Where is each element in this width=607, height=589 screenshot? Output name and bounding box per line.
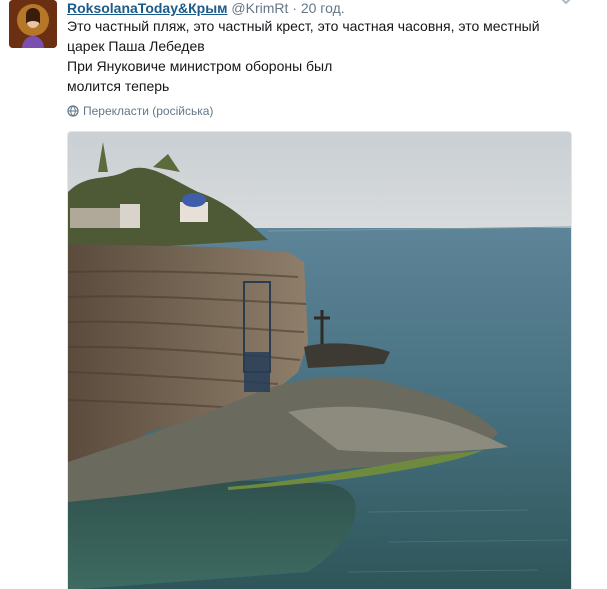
avatar[interactable] — [9, 0, 57, 48]
tweet-header: RoksolanaToday&Крым @KrimRt · 20 год. — [67, 0, 345, 17]
tweet-text-line: При Януковиче министром обороны был — [67, 58, 333, 74]
author-name[interactable]: RoksolanaToday&Крым — [67, 0, 228, 16]
translate-label: Перекласти (російська) — [83, 104, 214, 118]
separator-dot: · — [292, 0, 297, 16]
tweet-card: RoksolanaToday&Крым @KrimRt · 20 год. Эт… — [0, 0, 607, 589]
globe-icon — [67, 105, 79, 117]
avatar-portrait-icon — [9, 0, 57, 48]
author-handle[interactable]: @KrimRt — [231, 0, 288, 16]
tweet-photo[interactable] — [67, 131, 572, 589]
tweet-text-line: царек Паша Лебедев — [67, 38, 205, 54]
tweet-timestamp[interactable]: 20 год. — [301, 0, 345, 16]
coastline-photo — [68, 132, 571, 589]
translate-link[interactable]: Перекласти (російська) — [67, 103, 213, 119]
tweet-text-line: молится теперь — [67, 78, 170, 94]
tweet-text-line: Это частный пляж, это частный крест, это… — [67, 18, 540, 34]
tweet-text: Это частный пляж, это частный крест, это… — [67, 16, 567, 96]
chevron-down-icon[interactable] — [559, 0, 573, 6]
